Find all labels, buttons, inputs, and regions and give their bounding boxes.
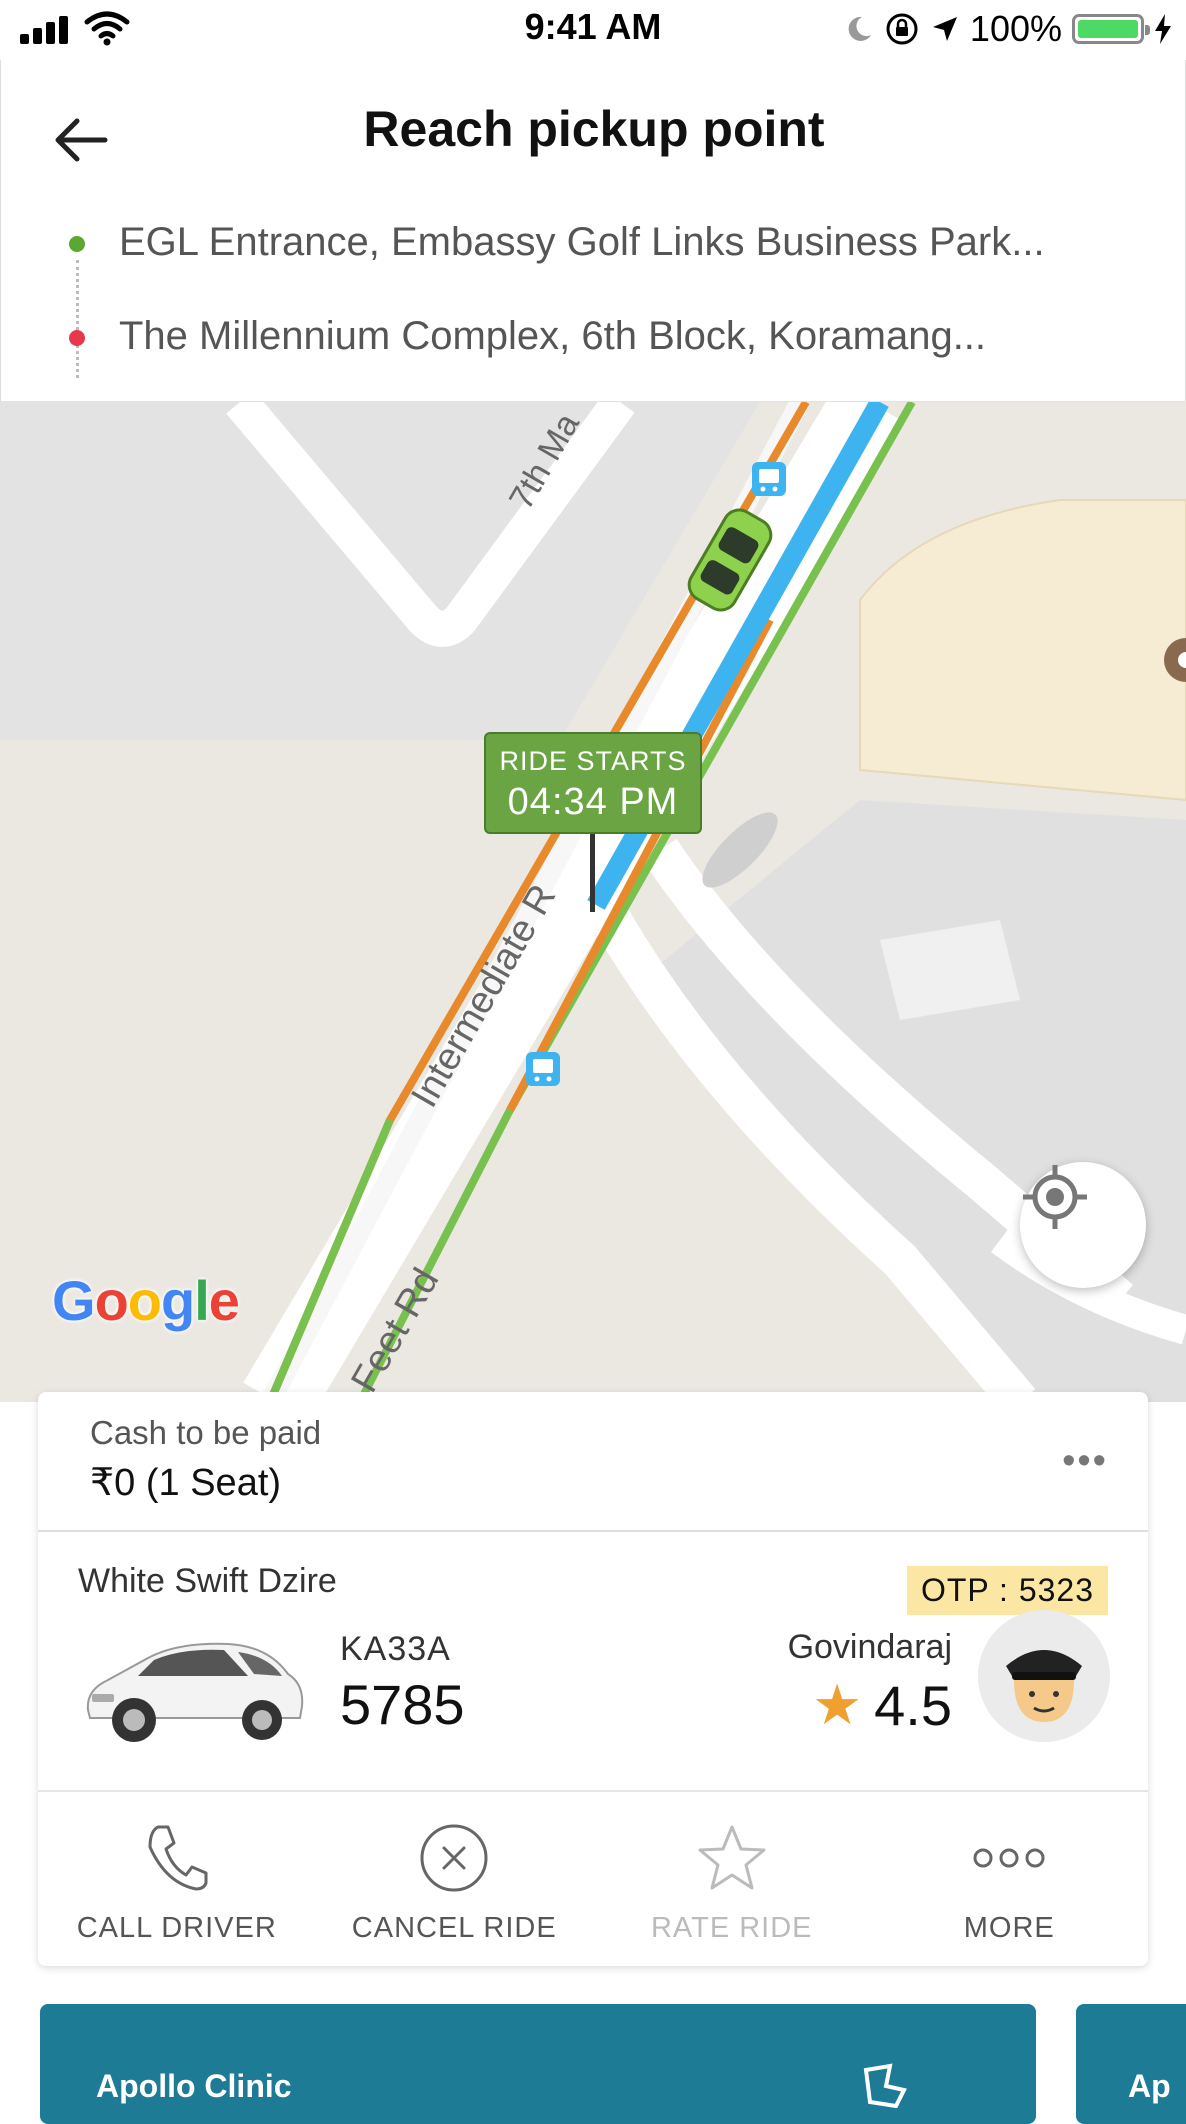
star-outline-icon xyxy=(698,1825,766,1890)
brand-mark-icon xyxy=(863,2063,907,2108)
moon-icon xyxy=(848,16,871,41)
bus-stop-icon xyxy=(526,1052,560,1086)
promo-banner-next[interactable]: Ap xyxy=(1076,2004,1186,2124)
promo-banner[interactable]: Apollo Clinic xyxy=(40,2004,1036,2124)
ride-details-card: Cash to be paid ₹0 (1 Seat) ••• White Sw… xyxy=(38,1392,1148,1966)
plate-prefix: KA33A xyxy=(340,1630,451,1668)
payment-value: ₹0 (1 Seat) xyxy=(90,1462,282,1504)
pickup-dot xyxy=(69,236,85,252)
cancel-ride-label: CANCEL RIDE xyxy=(351,1912,557,1944)
car-image xyxy=(86,1642,304,1742)
payment-options-button[interactable]: ••• xyxy=(1062,1440,1108,1483)
driver-avatar[interactable] xyxy=(978,1610,1110,1742)
phone-icon xyxy=(148,1825,208,1891)
route-connector xyxy=(76,260,79,378)
more-dots-icon xyxy=(973,1848,1045,1868)
rate-ride-label: RATE RIDE xyxy=(650,1912,813,1944)
map-view[interactable]: 7th Ma Intermediate R Feet Rd RIDE START… xyxy=(0,402,1186,1402)
rotation-lock-icon xyxy=(886,13,918,45)
more-button[interactable]: MORE xyxy=(871,1790,1149,1966)
action-bar: CALL DRIVER CANCEL RIDE RATE RIDE MORE xyxy=(38,1790,1148,1966)
battery-icon xyxy=(1072,14,1150,44)
star-icon: ★ xyxy=(811,1673,863,1736)
payment-section: Cash to be paid ₹0 (1 Seat) ••• xyxy=(38,1392,1148,1532)
more-label: MORE xyxy=(963,1912,1055,1944)
battery-fill xyxy=(1078,20,1138,38)
battery-percent: 100% xyxy=(969,8,1062,49)
my-location-button[interactable] xyxy=(1020,1162,1146,1288)
banner-brand-partial: Ap xyxy=(1128,2068,1171,2104)
car-model: White Swift Dzire xyxy=(78,1562,337,1600)
charging-bolt-icon xyxy=(1155,14,1171,44)
cancel-circle-icon xyxy=(420,1824,488,1892)
crosshair-icon xyxy=(1023,1165,1087,1229)
location-arrow-icon xyxy=(932,17,957,41)
plate-number: 5785 xyxy=(340,1673,465,1736)
bus-stop-icon xyxy=(752,462,786,496)
marker-stem xyxy=(590,832,595,912)
page-title: Reach pickup point xyxy=(363,101,825,157)
drop-address[interactable]: The Millennium Complex, 6th Block, Koram… xyxy=(119,314,986,359)
driver-rating: ★ 4.5 xyxy=(812,1672,952,1738)
pickup-address[interactable]: EGL Entrance, Embassy Golf Links Busines… xyxy=(119,220,1045,265)
payment-label: Cash to be paid xyxy=(90,1414,322,1451)
driver-name: Govindaraj xyxy=(787,1628,952,1666)
call-driver-label: CALL DRIVER xyxy=(76,1912,277,1944)
ride-start-marker: RIDE STARTS 04:34 PM xyxy=(484,732,702,834)
otp-badge: OTP : 5323 xyxy=(906,1566,1108,1615)
drop-dot xyxy=(69,330,85,346)
ride-start-label: RIDE STARTS xyxy=(499,746,687,776)
driver-section: White Swift Dzire OTP : 5323 KA33A 5785 … xyxy=(38,1530,1148,1792)
banner-brand: Apollo Clinic xyxy=(96,2068,292,2104)
status-right: 100% xyxy=(844,8,1172,50)
ride-start-time: 04:34 PM xyxy=(507,781,679,823)
call-driver-button[interactable]: CALL DRIVER xyxy=(38,1790,316,1966)
route-header: Reach pickup point EGL Entrance, Embassy… xyxy=(0,60,1186,402)
rating-value: 4.5 xyxy=(874,1673,952,1737)
rate-ride-button[interactable]: RATE RIDE xyxy=(593,1790,871,1966)
google-logo: Google xyxy=(52,1269,240,1332)
cancel-ride-button[interactable]: CANCEL RIDE xyxy=(316,1790,594,1966)
driver-avatar-icon xyxy=(978,1610,1110,1742)
status-bar: 9:41 AM 100% xyxy=(0,0,1186,60)
